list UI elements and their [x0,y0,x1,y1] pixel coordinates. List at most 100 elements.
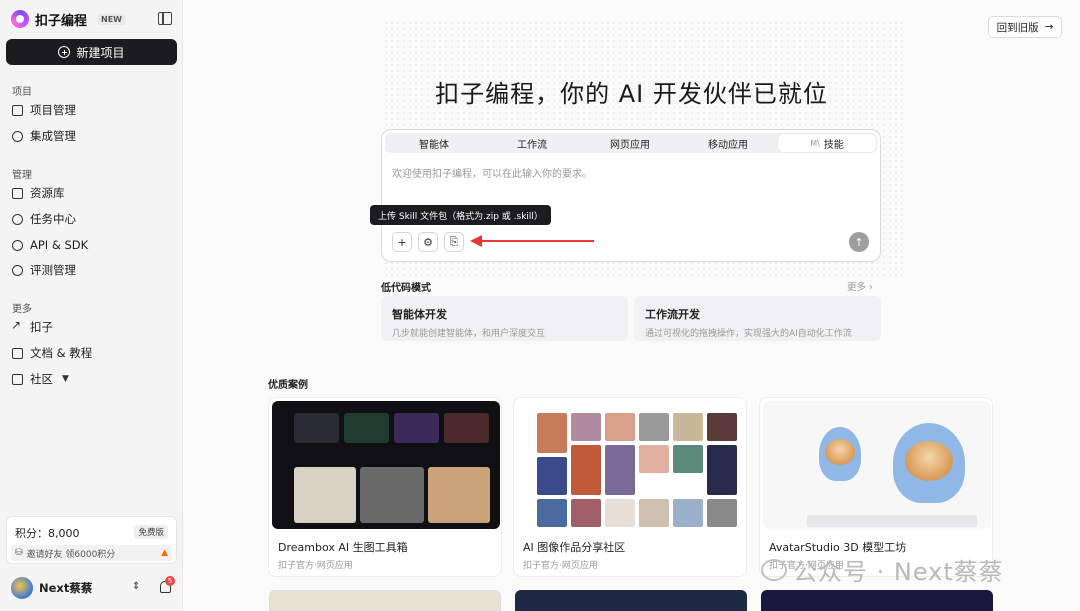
upload-skill-tooltip: 上传 Skill 文件包（格式为.zip 或 .skill） [370,205,551,225]
sidebar-item-api-sdk[interactable]: API & SDK [12,236,88,254]
case-name: AI 图像作品分享社区 [523,541,626,554]
sidebar-item-resources[interactable]: 资源库 [12,184,65,202]
thumb-tile [537,457,567,495]
gift-icon: ⛁ [15,548,23,558]
sidebar-item-label: 社区 [30,372,53,386]
card-title: 智能体开发 [392,308,447,321]
thumb-figure [905,441,953,481]
mode-tabs: 智能体 工作流 网页应用 移动应用 M\ 技能 [385,133,877,153]
brand-logo-icon [11,10,29,28]
upload-file-icon: ⎘ [449,235,459,248]
main-content: 回到旧版 → 扣子编程，你的 AI 开发伙伴已就位 智能体 工作流 网页应用 移… [183,0,1080,611]
arrow-up-icon: ↑ [854,235,864,249]
user-menu[interactable]: Next蔡蔡 ⇕ 5 [11,576,176,599]
case-card-avatar-studio[interactable]: AvatarStudio 3D 模型工坊 扣子官方·网页应用 [759,397,993,577]
thumb-tile [537,499,567,527]
thumb-figure [825,439,855,465]
sidebar-item-community[interactable]: 社区 ▼ [12,370,69,388]
case-card-peek[interactable] [761,590,993,611]
plus-icon: + [397,235,407,249]
sidebar-item-label: 任务中心 [30,212,76,226]
chevron-right-icon: › [869,282,873,293]
prompt-input[interactable]: 欢迎使用扣子编程，可以在此输入你的要求。 [392,165,862,180]
sidebar-item-tasks[interactable]: 任务中心 [12,210,76,228]
tab-web-app[interactable]: 网页应用 [581,133,679,153]
avatar [11,577,33,599]
sliders-icon: ⚙ [423,235,433,249]
section-title-project: 项目 [12,87,32,98]
chevron-down-icon: ▼ [62,374,69,384]
book-icon [12,347,23,359]
sidebar-item-integration[interactable]: 集成管理 [12,127,76,145]
sidebar-item-label: 评测管理 [30,263,76,277]
back-button-label: 回到旧版 [996,21,1039,34]
section-title-more: 更多 [12,304,32,315]
chevron-up-down-icon[interactable]: ⇕ [132,581,140,592]
case-thumbnail [272,401,500,529]
sidebar-item-label: API & SDK [30,238,89,252]
thumb-tile [344,413,389,443]
case-card-peek[interactable] [269,590,501,611]
points-label: 积分：8,000 [15,527,80,540]
notification-badge: 5 [165,576,175,586]
clock-icon [12,213,23,225]
thumb-tile [605,413,635,441]
lowcode-more-link[interactable]: 更多 › [847,279,873,293]
invite-banner[interactable]: ⛁ 邀请好友 领6000积分 ▲ [11,545,172,561]
watermark: 公众号 · Next蔡蔡 [761,552,1004,587]
upload-skill-button[interactable]: ⎘ [444,232,464,252]
sidebar-item-project-management[interactable]: 项目管理 [12,101,76,119]
hero-title: 扣子编程，你的 AI 开发伙伴已就位 [435,80,828,108]
case-card-dreambox[interactable]: Dreambox AI 生图工具箱 扣子官方·网页应用 [268,397,502,577]
agent-dev-card[interactable]: 智能体开发 几步就能创建智能体，和用户深度交互 [381,296,628,341]
new-badge: NEW [97,13,126,25]
tab-workflow[interactable]: 工作流 [483,133,581,153]
fire-icon: ▲ [161,548,168,558]
wechat-icon [761,558,787,581]
plus-circle-icon [58,46,71,58]
lowcode-section-title: 低代码模式 [381,283,431,294]
thumb-tile [605,499,635,527]
thumb-tile [673,499,703,527]
new-project-button[interactable]: 新建项目 [6,39,177,65]
skill-icon: M\ [810,138,820,148]
case-source: 扣子官方·网页应用 [523,561,598,571]
tab-skill-label: 技能 [823,139,844,151]
sidebar-item-kouzi[interactable]: 扣子 [11,318,53,336]
case-thumbnail [763,401,991,529]
back-to-old-version-button[interactable]: 回到旧版 → [988,16,1062,38]
new-project-label: 新建项目 [76,45,125,60]
sidebar-item-evaluation[interactable]: 评测管理 [12,261,76,279]
tab-skill[interactable]: M\ 技能 [778,134,876,152]
add-button[interactable]: + [392,232,412,252]
brand[interactable]: 扣子编程 NEW [11,9,126,29]
workflow-dev-card[interactable]: 工作流开发 通过可视化的拖拽操作，实现强大的AI自动化工作流 [634,296,881,341]
thumb-tile [360,467,424,523]
thumb-tile [673,413,703,441]
thumb-tile [444,413,489,443]
sidebar-item-label: 资源库 [30,186,65,200]
tab-agent[interactable]: 智能体 [385,133,483,153]
case-source: 扣子官方·网页应用 [278,561,353,571]
case-card-gallery[interactable]: AI 图像作品分享社区 扣子官方·网页应用 [513,397,747,577]
case-thumbnail [517,401,745,529]
case-card-peek[interactable] [515,590,747,611]
invite-text: 邀请好友 领6000积分 [26,549,116,560]
sidebar-item-label: 文档 & 教程 [30,346,93,360]
sidebar-collapse-icon[interactable] [158,12,172,25]
settings-button[interactable]: ⚙ [418,232,438,252]
send-button[interactable]: ↑ [849,232,869,252]
tab-mobile-app[interactable]: 移动应用 [679,133,777,153]
store-icon [12,373,23,385]
sidebar-item-docs[interactable]: 文档 & 教程 [12,344,92,362]
prompt-composer: 智能体 工作流 网页应用 移动应用 M\ 技能 欢迎使用扣子编程，可以在此输入你… [370,129,881,262]
thumb-strip [807,515,977,527]
points-card: 积分：8,000 免费版 ⛁ 邀请好友 领6000积分 ▲ [6,516,177,564]
sidebar-item-label: 集成管理 [30,129,76,143]
card-desc: 通过可视化的拖拽操作，实现强大的AI自动化工作流 [645,329,852,339]
thumb-tile [639,499,669,527]
thumb-tile [428,467,490,523]
thumb-tile [639,445,669,473]
annotation-arrow-line [478,240,594,242]
arrow-up-right-icon [11,318,23,333]
